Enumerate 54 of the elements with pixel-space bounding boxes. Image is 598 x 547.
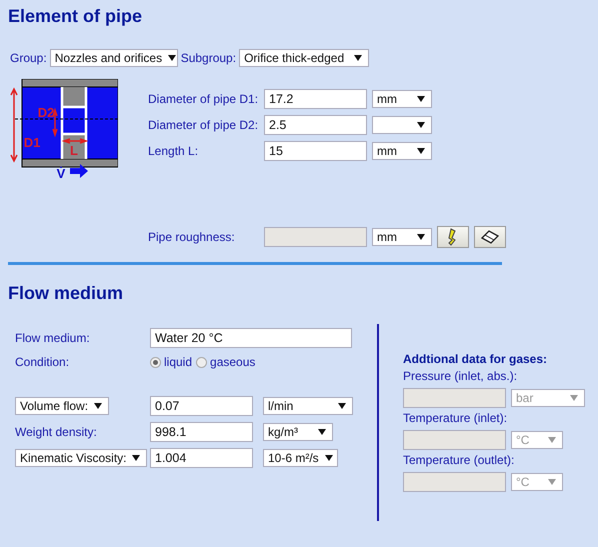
group-label: Group: (10, 51, 47, 65)
caret-icon (94, 403, 102, 409)
caret-icon (168, 55, 176, 61)
caret-icon (417, 122, 425, 128)
caret-icon (338, 403, 346, 409)
field-label: Temperature (outlet): (403, 453, 516, 467)
input-field[interactable]: Water 20 °C (150, 328, 352, 348)
radio-button[interactable] (150, 356, 161, 368)
unit-dropdown[interactable]: mm (372, 90, 432, 108)
input-field[interactable]: 17.2 (264, 89, 367, 109)
field-label: Length L: (148, 144, 200, 158)
caret-icon (354, 55, 362, 61)
quantity-dropdown[interactable]: Volume flow: (15, 397, 110, 415)
orifice-drawing: D2 D1 L V̇ (8, 79, 118, 179)
input-field[interactable]: 2.5 (264, 115, 367, 135)
input-field[interactable]: 998.1 (150, 422, 253, 442)
unit-dropdown[interactable]: l/min (263, 397, 353, 415)
caret-icon (548, 437, 556, 443)
caret-icon (548, 479, 556, 485)
subgroup-label: Subgroup: (180, 51, 236, 65)
quantity-dropdown[interactable]: Kinematic Viscosity: (15, 449, 148, 467)
unit-dropdown[interactable] (372, 116, 432, 134)
field-label: Diameter of pipe D2: (148, 118, 260, 132)
caret-icon (132, 455, 140, 461)
unit-dropdown[interactable]: kg/m³ (263, 423, 333, 441)
input-field[interactable]: 1.004 (150, 448, 253, 468)
radio-button[interactable] (196, 356, 208, 368)
subgroup-dropdown[interactable]: Orifice thick-edged (239, 49, 370, 67)
field-label: Diameter of pipe D1: (148, 92, 260, 106)
field-label: Pressure (inlet, abs.): (403, 369, 518, 383)
unit-dropdown[interactable]: 10-6 m²/s (263, 449, 338, 467)
gases-heading: Addtional data for gases: (403, 352, 548, 366)
caret-icon (318, 429, 326, 435)
unit-dropdown[interactable]: mm (372, 142, 432, 160)
caret-icon (324, 455, 333, 461)
eraser-icon (481, 230, 499, 244)
field-label: Flow medium: (15, 331, 91, 345)
pencil-button[interactable] (437, 226, 469, 248)
caret-icon (417, 234, 425, 240)
radio-label: liquid (164, 355, 192, 369)
caret-icon (417, 148, 425, 154)
field-label: Condition: (15, 355, 70, 369)
group-dropdown[interactable]: Nozzles and orifices (50, 49, 178, 67)
field-label: Weight density: (15, 425, 97, 439)
section-title: Flow medium (8, 283, 124, 304)
field-label: Pipe roughness: (148, 230, 236, 244)
eraser-button[interactable] (474, 226, 506, 248)
input-field[interactable]: 15 (264, 141, 367, 161)
field-label: Temperature (inlet): (403, 411, 508, 425)
caret-icon (417, 96, 425, 102)
caret-icon (570, 395, 578, 401)
input-field[interactable]: 0.07 (150, 396, 253, 416)
radio-label: gaseous (210, 355, 256, 369)
section-title: Element of pipe (8, 6, 144, 27)
